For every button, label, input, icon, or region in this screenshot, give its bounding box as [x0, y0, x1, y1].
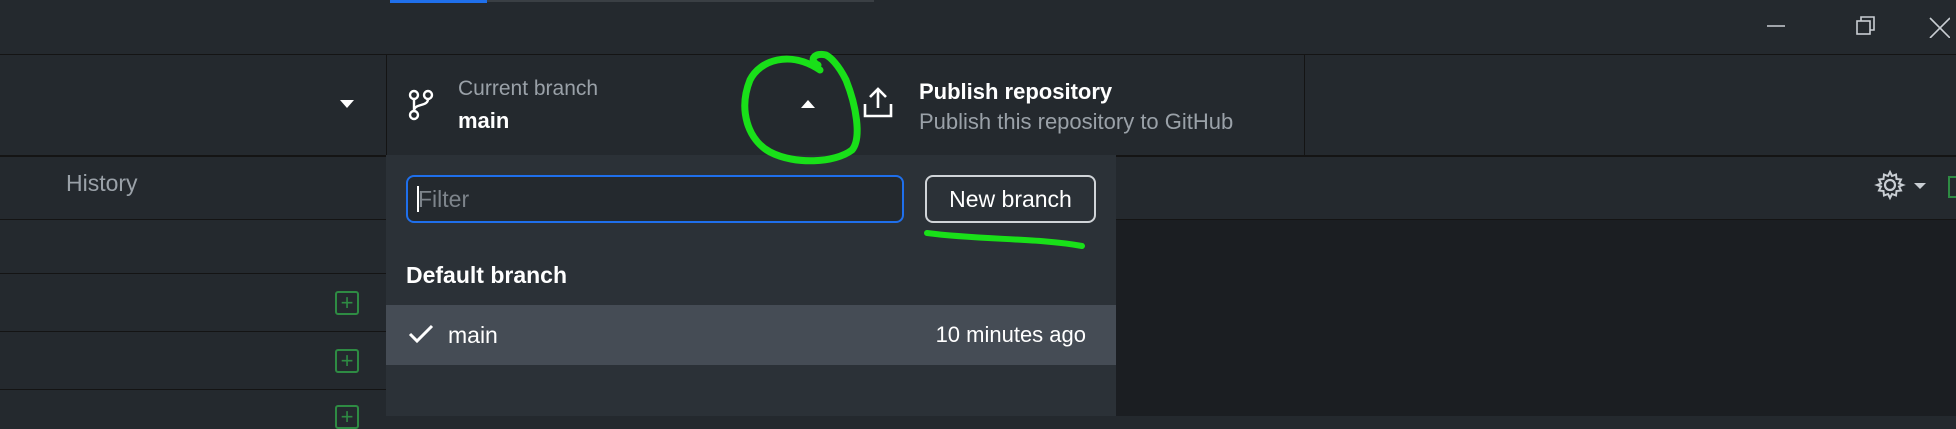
annotation-overlay — [741, 50, 1085, 249]
annotation-circle — [741, 50, 861, 165]
annotation-underline — [924, 230, 1085, 249]
